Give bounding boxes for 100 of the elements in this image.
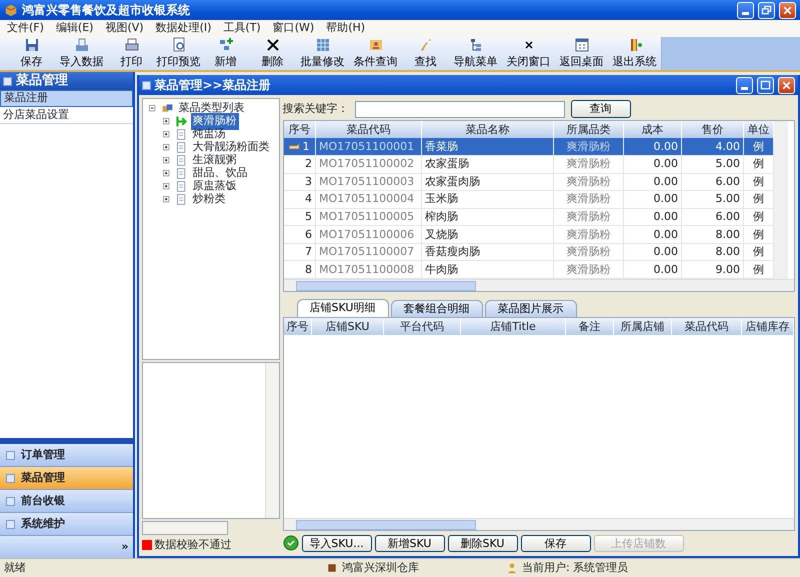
arrow-icon [174,115,188,128]
module-icon [6,474,15,482]
save-icon [24,36,40,53]
horizontal-scrollbar[interactable] [284,518,794,530]
horizontal-scrollbar[interactable] [284,279,794,291]
toolbar-button[interactable]: 退出系统 [608,37,661,70]
tab[interactable]: 菜品图片展示 [484,300,576,317]
vertical-scrollbar[interactable] [264,363,278,518]
column-header[interactable]: 成本 [624,121,682,138]
expand-icon[interactable] [160,129,172,140]
expand-icon[interactable] [160,116,172,127]
expand-icon[interactable] [160,168,172,179]
expand-icon[interactable] [160,142,172,153]
tab[interactable]: 套餐组合明细 [390,300,482,317]
sidebar-item[interactable]: 分店菜品设置 [0,107,132,124]
table-row[interactable]: 1 MO17051100001 香菜肠 爽滑肠粉 0.00 4.00 例 [284,138,774,156]
restore-icon [760,4,773,16]
toolbar-button[interactable]: 导入数据 [55,37,108,70]
tree-node[interactable]: 炒粉类 [190,191,228,208]
table-cell: 0.00 [654,210,678,224]
collapse-icon[interactable] [146,103,158,114]
close-button[interactable] [778,76,795,94]
table-cell: 例 [753,174,764,188]
column-header[interactable]: 所属品类 [554,121,624,138]
input-field[interactable] [142,521,228,535]
toolbar-button[interactable]: 打印 [108,37,155,70]
toolbar-button[interactable]: 删除 [249,37,296,70]
tab[interactable]: 店铺SKU明细 [296,299,388,317]
splitter-handle[interactable] [0,438,132,444]
table-cell: 6.00 [716,210,740,224]
search-button[interactable]: 查询 [570,100,630,118]
module-button[interactable]: 订单管理 [0,444,132,467]
action-button[interactable]: 导入SKU... [302,534,372,552]
expand-icon[interactable] [160,155,172,166]
module-icon [6,520,15,528]
menu-item[interactable]: 窗口(W) [270,20,324,37]
action-button[interactable]: 新增SKU [374,534,444,552]
table-row[interactable]: 5 MO17051100005 榨肉肠 爽滑肠粉 0.00 6.00 例 [284,208,774,226]
table-row[interactable]: 3 MO17051100003 农家蛋肉肠 爽滑肠粉 0.00 6.00 例 [284,173,774,191]
column-header[interactable]: 店铺Title [460,318,566,335]
column-header[interactable]: 菜品代码 [316,121,422,138]
toolbar-button[interactable]: 导航菜单 [449,37,502,70]
column-header[interactable]: 序号 [284,121,316,138]
vertical-scrollbar[interactable] [774,121,788,279]
minimize-icon [741,87,748,90]
toolbar-button[interactable]: 返回桌面 [555,37,608,70]
module-button[interactable]: 菜品管理 [0,467,132,490]
table-cell: 爽滑肠粉 [566,140,610,153]
table-cell: 4.00 [716,140,740,153]
toolbar-button[interactable]: 关闭窗口 [502,37,555,70]
more-button[interactable]: » [121,538,128,556]
close-button[interactable] [779,2,796,18]
column-header[interactable]: 店铺库存 [742,318,794,335]
delete-icon [264,36,280,53]
close-icon [780,78,793,92]
search-field[interactable] [354,100,564,118]
toolbar-button[interactable]: 保存 [8,37,55,70]
minimize-button[interactable] [736,76,753,94]
restore-button[interactable] [758,2,775,18]
maximize-icon [759,78,772,92]
toolbar-button[interactable]: 新增 [202,37,249,70]
column-header[interactable]: 菜品名称 [422,121,554,138]
menu-item[interactable]: 视图(V) [102,20,153,37]
table-row[interactable]: 4 MO17051100004 玉米肠 爽滑肠粉 0.00 5.00 例 [284,190,774,208]
column-header[interactable]: 菜品代码 [672,318,742,335]
menu-item[interactable]: 数据处理(I) [152,20,220,37]
maximize-button[interactable] [757,76,774,94]
menu-item[interactable]: 文件(F) [4,20,53,37]
minimize-button[interactable] [737,2,754,18]
expand-icon[interactable] [160,194,172,205]
app-icon [4,3,18,17]
module-button[interactable]: 前台收银 [0,490,132,513]
column-header[interactable]: 单位 [744,121,774,138]
table-row[interactable]: 6 MO17051100006 叉烧肠 爽滑肠粉 0.00 8.00 例 [284,226,774,244]
column-header[interactable]: 备注 [566,318,614,335]
menu-item[interactable]: 帮助(H) [323,20,374,37]
column-header[interactable]: 店铺SKU [312,318,384,335]
toolbar-button[interactable]: 条件查询 [349,37,402,70]
column-header[interactable]: 所属店铺 [614,318,672,335]
table-row[interactable]: 2 MO17051100002 农家蛋肠 爽滑肠粉 0.00 5.00 例 [284,156,774,174]
toolbar-button[interactable]: 查找 [402,37,449,70]
column-header[interactable]: 售价 [682,121,744,138]
document-icon [174,180,188,193]
column-header[interactable]: 平台代码 [384,318,460,335]
menu-item[interactable]: 工具(T) [220,20,270,37]
table-cell: 0.00 [654,262,678,276]
module-button[interactable]: 系统维护 [0,513,132,536]
toolbar-button[interactable]: 打印预览 [155,37,202,70]
action-button[interactable]: 删除SKU [448,534,518,552]
column-header[interactable]: 序号 [284,318,312,335]
table-cell: 0.00 [654,192,678,206]
menu-item[interactable]: 编辑(E) [52,20,102,37]
action-button[interactable]: 保存 [520,534,590,552]
close-icon [781,4,794,16]
table-cell: MO17051100005 [319,210,414,224]
toolbar-button[interactable]: 批量修改 [296,37,349,70]
expand-icon[interactable] [160,181,172,192]
error-marker [142,540,152,550]
table-row[interactable]: 7 MO17051100007 香菇瘦肉肠 爽滑肠粉 0.00 8.00 例 [284,243,774,261]
sidebar-item[interactable]: 菜品注册 [0,90,132,107]
